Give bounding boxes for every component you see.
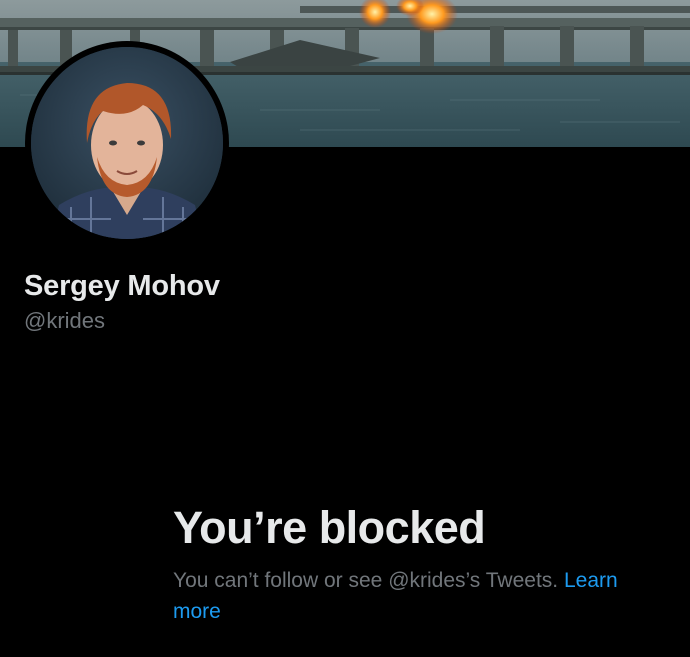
- profile-handle: @krides: [24, 308, 106, 333]
- profile-page: Sergey Mohov @krides You’re blocked You …: [0, 0, 690, 657]
- avatar-photo: [31, 47, 223, 239]
- blocked-title: You’re blocked: [173, 502, 486, 553]
- profile-display-name: Sergey Mohov: [24, 270, 220, 302]
- profile-avatar[interactable]: [25, 41, 229, 245]
- blocked-description: You can’t follow or see @krides’s Tweets…: [173, 565, 663, 627]
- avatar-portrait: [31, 47, 223, 239]
- blocked-description-text: You can’t follow or see @krides’s Tweets…: [173, 569, 559, 592]
